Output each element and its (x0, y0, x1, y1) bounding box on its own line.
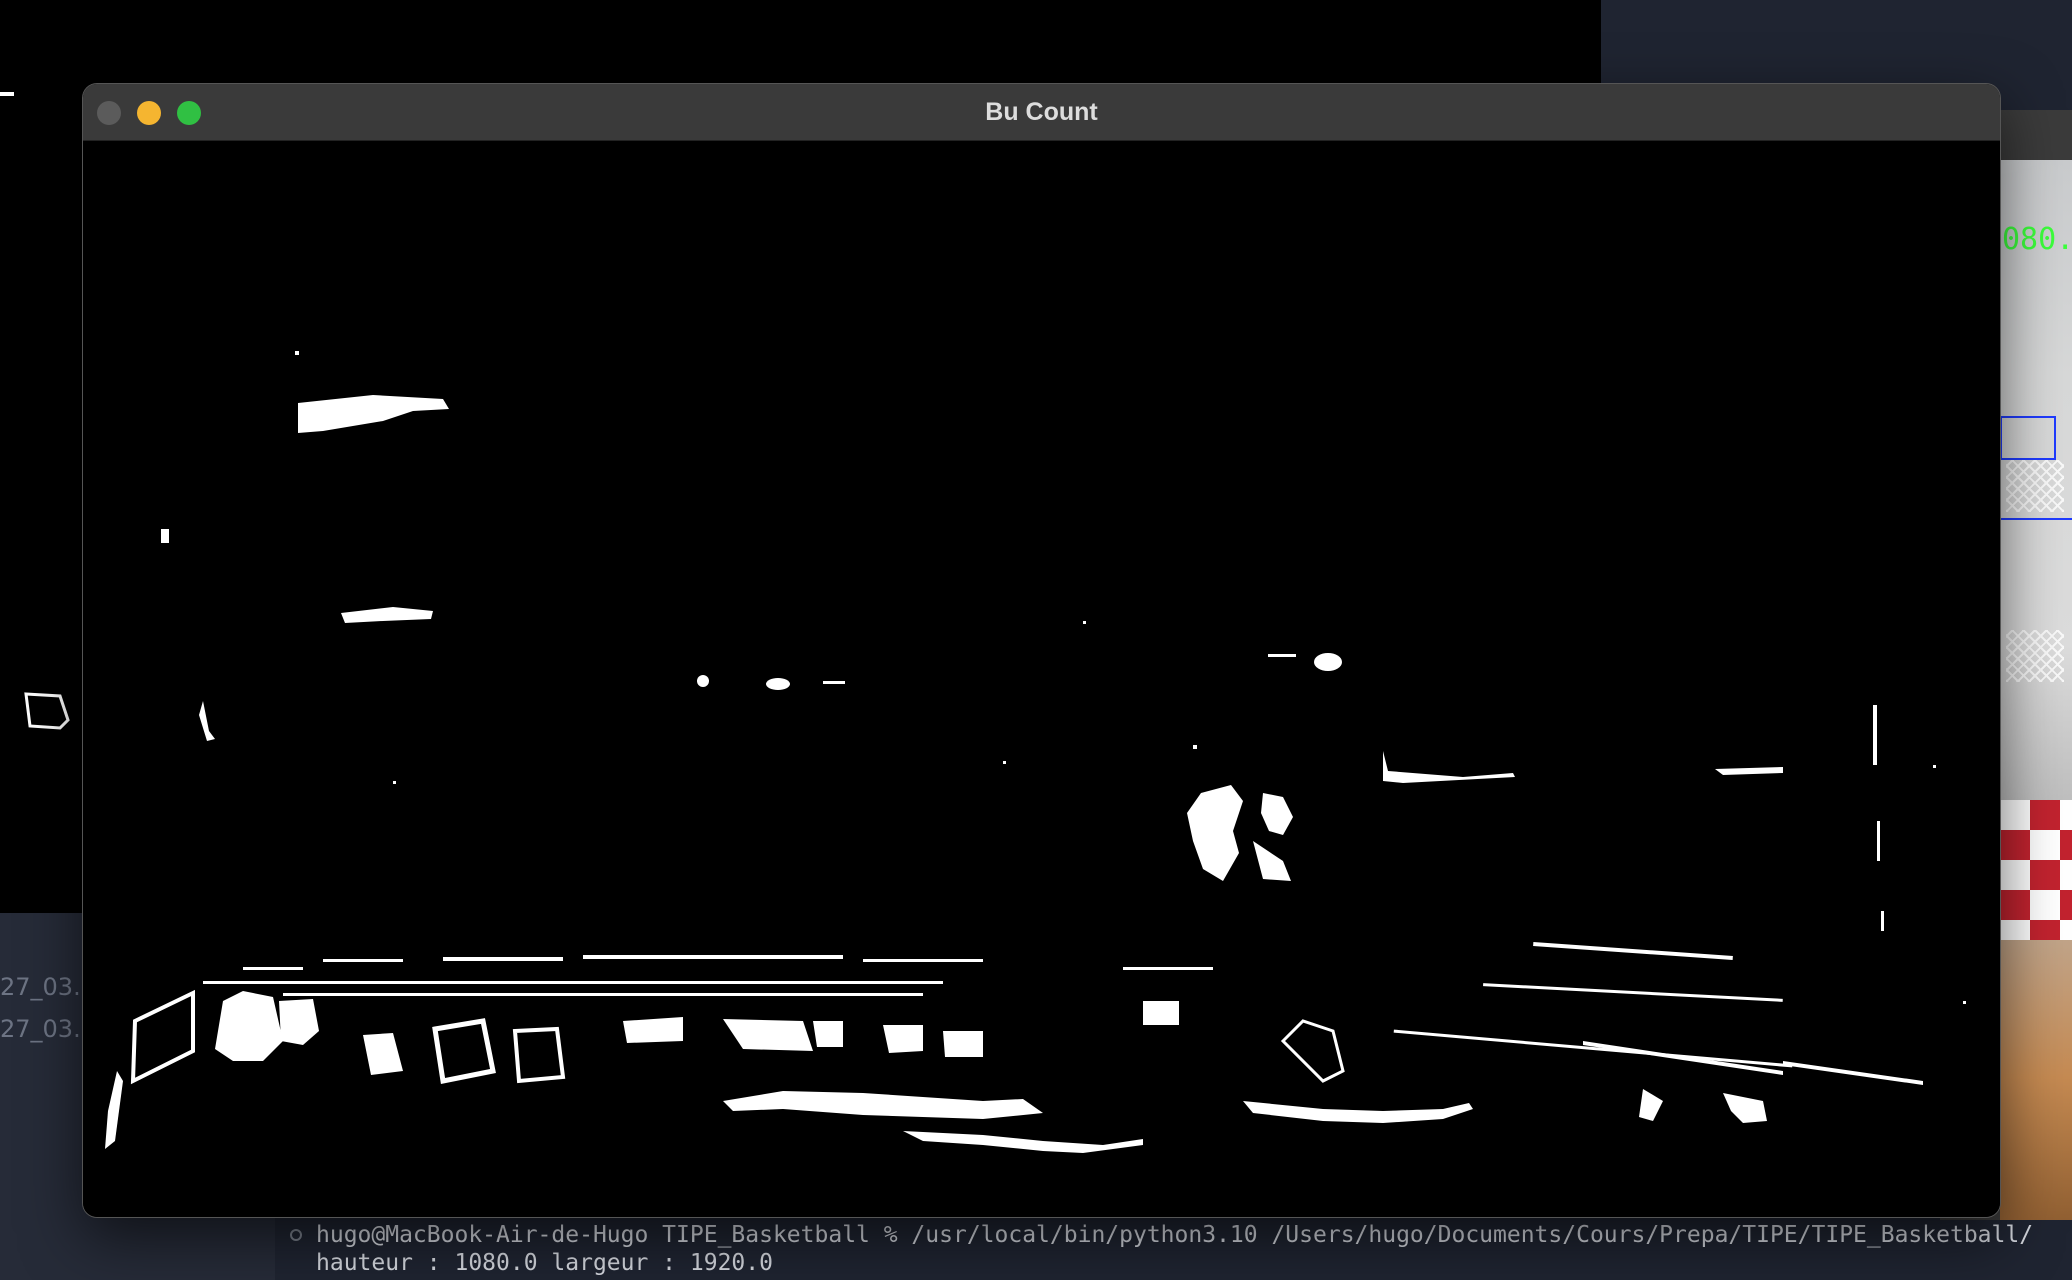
mask-image-canvas (83, 141, 2000, 1217)
minimize-button[interactable] (137, 101, 161, 125)
video-readout: 080. (2002, 222, 2072, 257)
editor-tab-label[interactable]: 27_03.p (0, 1015, 96, 1043)
terminal-output-line: hauteur : 1080.0 largeur : 1920.0 (316, 1250, 773, 1276)
close-button[interactable] (97, 101, 121, 125)
desktop: 27_03.p 27_03.p 080. hugo@MacBook-Air-de… (0, 0, 2072, 1280)
terminal-command-line: hugo@MacBook-Air-de-Hugo TIPE_Basketball… (316, 1222, 2034, 1248)
background-mask-fragments (0, 92, 70, 730)
editor-tab-label[interactable]: 27_03.p (0, 973, 96, 1001)
terminal[interactable]: hugo@MacBook-Air-de-Hugo TIPE_Basketball… (276, 1220, 2072, 1280)
checker-banner-image (2000, 800, 2072, 940)
video-frame (2000, 160, 2072, 1240)
maximize-button[interactable] (177, 101, 201, 125)
basket-net-image (2006, 460, 2064, 512)
foreground-mask-image (105, 351, 1966, 1153)
title-bar[interactable]: Bu Count (83, 84, 2000, 141)
prompt-status-icon (290, 1229, 302, 1241)
basket-net-image (2006, 630, 2064, 682)
window-title: Bu Count (985, 98, 1098, 126)
hoop-detection-line (2000, 518, 2072, 520)
hoop-detection-box (2000, 416, 2056, 460)
bu-count-window[interactable]: Bu Count (83, 84, 2000, 1217)
